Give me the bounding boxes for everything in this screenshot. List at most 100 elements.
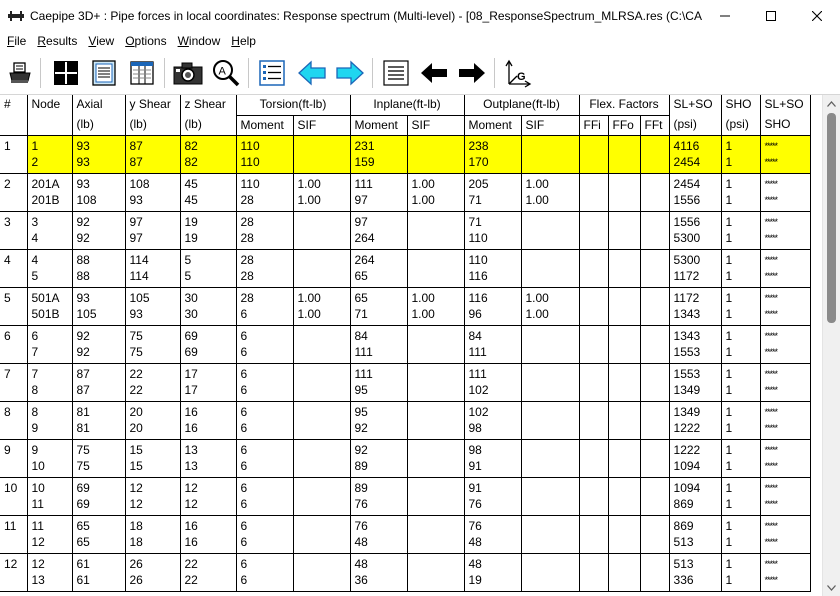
cell-inplane-moment[interactable]: 89 76 [350,477,408,516]
list-icon[interactable] [256,57,288,89]
cell-ffo[interactable] [608,553,641,592]
cell-z-shear[interactable]: 16 16 [180,515,237,554]
cell-ffo[interactable] [608,477,641,516]
cell-torsion-sif[interactable] [293,439,351,478]
menu-options[interactable]: Options [119,34,171,48]
cell-torsion-sif[interactable]: 1.00 1.00 [293,287,351,326]
col-sub-inplane-sif[interactable]: SIF [407,115,465,136]
cell-torsion-sif[interactable] [293,553,351,592]
col-header-node[interactable]: Node [27,95,73,136]
table-row[interactable]: 5 501A 501B 93 105 105 93 30 30 28 6 1.00 1.00 65 71 1.… [0,287,811,326]
col-sub-outplane-moment[interactable]: Moment [464,115,522,136]
cell-inplane-sif[interactable] [407,515,465,554]
table-row[interactable]: 12 12 13 61 61 26 26 22 22 6 6 48 36 48 19 513 336 1 1 ****… [0,553,811,592]
cell-ffi[interactable] [579,135,609,174]
cell-y-shear[interactable]: 26 26 [125,553,181,592]
next-cyan-arrow-icon[interactable] [334,57,366,89]
cell-row-number[interactable]: 12 [0,553,28,592]
cell-axial[interactable]: 75 75 [72,439,126,478]
col-header-flex-factors[interactable]: Flex. Factors [579,95,670,116]
cell-inplane-moment[interactable]: 65 71 [350,287,408,326]
app-icon[interactable] [8,10,24,21]
cell-outplane-moment[interactable]: 238 170 [464,135,522,174]
cell-outplane-sif[interactable] [521,401,580,440]
cell-row-number[interactable]: 1 [0,135,28,174]
cell-z-shear[interactable]: 82 82 [180,135,237,174]
cell-axial[interactable]: 93 105 [72,287,126,326]
zoom-icon[interactable]: A [210,57,242,89]
cell-inplane-sif[interactable] [407,135,465,174]
table-row[interactable]: 1 1 2 93 93 87 87 82 82 110 110 231 159 238 170 4116 245… [0,135,811,174]
vertical-scrollbar[interactable] [822,95,840,596]
col-sub-inplane-moment[interactable]: Moment [350,115,408,136]
table-row[interactable]: 2 201A 201B 93 108 108 93 45 45 110 28 1.00 1.00 111 9… [0,173,811,212]
cell-fft[interactable] [640,515,670,554]
cell-sl-so[interactable]: 1094 869 [669,477,722,516]
cell-sl-so-ratio[interactable]: ***** ***** [760,401,811,440]
cell-inplane-moment[interactable]: 231 159 [350,135,408,174]
cell-sl-so-ratio[interactable]: ***** ***** [760,477,811,516]
cell-inplane-moment[interactable]: 97 264 [350,211,408,250]
col-header-z-shear[interactable]: z Shear [180,95,237,115]
cell-outplane-sif[interactable] [521,249,580,288]
col-sub-outplane-sif[interactable]: SIF [521,115,580,136]
cell-sho[interactable]: 11 [721,287,761,326]
cell-inplane-sif[interactable]: 1.00 1.00 [407,287,465,326]
cell-torsion-moment[interactable]: 66 [236,553,294,592]
col-header-outplane[interactable]: Outplane(ft-lb) [464,95,580,116]
cell-row-number[interactable]: 2 [0,173,28,212]
cell-sl-so-ratio[interactable]: ***** ***** [760,211,811,250]
cell-inplane-sif[interactable] [407,477,465,516]
cell-sl-so[interactable]: 869 513 [669,515,722,554]
cell-inplane-sif[interactable] [407,211,465,250]
cell-outplane-sif[interactable] [521,363,580,402]
cell-row-number[interactable]: 7 [0,363,28,402]
cell-y-shear[interactable]: 12 12 [125,477,181,516]
cell-outplane-moment[interactable]: 84 111 [464,325,522,364]
scroll-down-arrow-icon[interactable] [823,579,840,596]
cell-torsion-moment[interactable]: 28 28 [236,211,294,250]
cell-sho[interactable]: 11 [721,553,761,592]
cell-node[interactable]: 78 [27,363,73,402]
cell-z-shear[interactable]: 13 13 [180,439,237,478]
table-row[interactable]: 10 10 11 69 69 12 12 12 12 6 6 89 76 91 76 1094 869 1 1 ***… [0,477,811,516]
cell-sl-so-ratio[interactable]: ***** ***** [760,173,811,212]
cell-sho[interactable]: 11 [721,249,761,288]
cell-sho[interactable]: 11 [721,135,761,174]
cell-torsion-sif[interactable] [293,477,351,516]
cell-y-shear[interactable]: 18 18 [125,515,181,554]
forward-arrow-icon[interactable] [456,57,488,89]
col-sub-torsion-sif[interactable]: SIF [293,115,351,136]
cell-sl-so[interactable]: 4116 2454 [669,135,722,174]
cell-node[interactable]: 501A 501B [27,287,73,326]
cell-torsion-sif[interactable] [293,135,351,174]
printer-icon[interactable] [4,57,36,89]
cell-fft[interactable] [640,173,670,212]
cell-ffi[interactable] [579,287,609,326]
cell-sl-so[interactable]: 1349 1222 [669,401,722,440]
table-row[interactable]: 11 11 12 65 65 18 18 16 16 6 6 76 48 76 48 869 513 1 1 ****… [0,515,811,554]
cell-torsion-sif[interactable] [293,515,351,554]
cell-node[interactable]: 12 [27,135,73,174]
cell-y-shear[interactable]: 105 93 [125,287,181,326]
cell-node[interactable]: 45 [27,249,73,288]
cell-torsion-sif[interactable] [293,325,351,364]
page-view-icon[interactable] [88,57,120,89]
cell-ffi[interactable] [579,173,609,212]
cell-outplane-sif[interactable] [521,135,580,174]
cell-fft[interactable] [640,287,670,326]
cell-row-number[interactable]: 8 [0,401,28,440]
cell-z-shear[interactable]: 45 45 [180,173,237,212]
cell-outplane-moment[interactable]: 111 102 [464,363,522,402]
cell-ffi[interactable] [579,515,609,554]
cell-node[interactable]: 67 [27,325,73,364]
scroll-up-arrow-icon[interactable] [823,95,840,112]
cell-z-shear[interactable]: 55 [180,249,237,288]
cell-fft[interactable] [640,553,670,592]
cell-sho[interactable]: 11 [721,401,761,440]
cell-fft[interactable] [640,401,670,440]
scroll-thumb[interactable] [827,113,836,323]
cell-row-number[interactable]: 10 [0,477,28,516]
cell-inplane-sif[interactable]: 1.00 1.00 [407,173,465,212]
cell-axial[interactable]: 69 69 [72,477,126,516]
